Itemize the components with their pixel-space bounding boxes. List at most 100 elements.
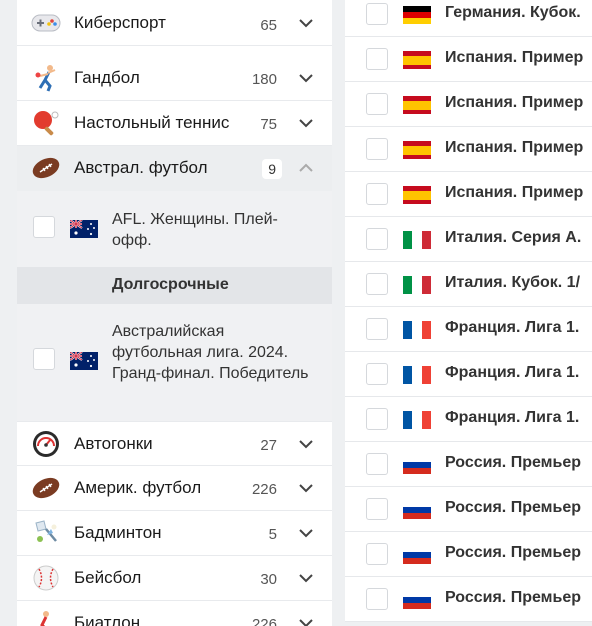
sport-row-esports[interactable]: Киберспорт 65	[17, 0, 332, 46]
league-row[interactable]: Испания. Пример	[345, 127, 592, 172]
sport-row-motorsport[interactable]: Автогонки 27	[17, 421, 332, 466]
chevron-down-icon[interactable]	[298, 480, 314, 496]
sport-name: Настольный теннис	[74, 113, 230, 132]
league-name: Италия. Кубок. 1/	[445, 274, 581, 291]
league-name: Россия. Премьер	[445, 454, 581, 471]
league-row[interactable]: Италия. Кубок. 1/	[345, 262, 592, 307]
league-row[interactable]: Франция. Лига 1.	[345, 352, 592, 397]
league-name: Испания. Пример	[445, 184, 584, 201]
league-checkbox[interactable]	[366, 588, 388, 610]
sport-name: Автогонки	[74, 434, 153, 453]
spain-flag-icon	[403, 51, 431, 69]
league-name: Италия. Серия А.	[445, 229, 582, 246]
gamepad-icon	[31, 8, 61, 38]
russia-flag-icon	[403, 501, 431, 519]
sport-row-table-tennis[interactable]: Настольный теннис 75	[17, 101, 332, 146]
chevron-down-icon[interactable]	[298, 15, 314, 31]
league-row[interactable]: Франция. Лига 1.	[345, 397, 592, 442]
sport-count: 27	[260, 437, 277, 454]
table-tennis-icon	[31, 108, 61, 138]
league-name: Россия. Премьер	[445, 589, 581, 606]
league-name: AFL. Женщины. Плей-офф.	[112, 211, 278, 249]
american-football-icon	[31, 473, 61, 503]
spain-flag-icon	[403, 96, 431, 114]
league-checkbox[interactable]	[366, 408, 388, 430]
sport-name: Америк. футбол	[74, 478, 202, 497]
league-checkbox[interactable]	[366, 318, 388, 340]
sport-name: Киберспорт	[74, 13, 166, 32]
league-checkbox[interactable]	[366, 138, 388, 160]
league-checkbox[interactable]	[366, 48, 388, 70]
league-row[interactable]: Франция. Лига 1.	[345, 307, 592, 352]
sport-name: Бейсбол	[74, 568, 142, 587]
league-row[interactable]: Италия. Серия А.	[345, 217, 592, 262]
league-name: Австралийская футбольная лига. 2024. Гра…	[112, 323, 309, 382]
league-row[interactable]: Испания. Пример	[345, 37, 592, 82]
speedometer-icon	[31, 429, 61, 459]
biathlon-icon	[31, 608, 61, 626]
league-row[interactable]: Россия. Премьер	[345, 487, 592, 532]
australia-flag-icon	[70, 352, 98, 370]
league-checkbox[interactable]	[366, 498, 388, 520]
chevron-up-icon[interactable]	[298, 160, 314, 176]
sport-row-badminton[interactable]: Бадминтон 5	[17, 511, 332, 556]
sport-row-handball[interactable]: Гандбол 180	[17, 56, 332, 101]
sport-count: 75	[260, 116, 277, 133]
league-row[interactable]: Испания. Пример	[345, 172, 592, 217]
long-term-label: Долгосрочные	[112, 276, 229, 293]
sport-row-biathlon[interactable]: Биатлон 226	[17, 601, 332, 626]
spain-flag-icon	[403, 141, 431, 159]
baseball-icon	[31, 563, 61, 593]
league-name: Испания. Пример	[445, 139, 584, 156]
league-checkbox[interactable]	[366, 363, 388, 385]
league-row[interactable]: Россия. Премьер	[345, 442, 592, 487]
spain-flag-icon	[403, 186, 431, 204]
sport-count: 30	[260, 571, 277, 588]
league-checkbox[interactable]	[366, 453, 388, 475]
france-flag-icon	[403, 321, 431, 339]
aussie-football-icon	[31, 153, 61, 183]
league-name: Испания. Пример	[445, 94, 584, 111]
sport-name: Австрал. футбол	[74, 158, 208, 177]
league-name: Россия. Премьер	[445, 544, 581, 561]
italy-flag-icon	[403, 276, 431, 294]
sport-count: 226	[251, 616, 277, 626]
sport-row-american-football[interactable]: Америк. футбол 226	[17, 466, 332, 511]
league-row[interactable]: Испания. Пример	[345, 82, 592, 127]
sport-count: 65	[260, 17, 277, 34]
league-checkbox[interactable]	[33, 348, 55, 370]
russia-flag-icon	[403, 546, 431, 564]
league-checkbox[interactable]	[366, 3, 388, 25]
league-item[interactable]: AFL. Женщины. Плей-офф.	[17, 191, 332, 267]
germany-flag-icon	[403, 6, 431, 24]
sport-count: 226	[251, 481, 277, 498]
russia-flag-icon	[403, 591, 431, 609]
league-checkbox[interactable]	[33, 216, 55, 238]
league-name: Россия. Премьер	[445, 499, 581, 516]
league-checkbox[interactable]	[366, 228, 388, 250]
league-item[interactable]: Австралийская футбольная лига. 2024. Гра…	[17, 304, 332, 421]
league-name: Франция. Лига 1.	[445, 319, 580, 336]
chevron-down-icon[interactable]	[298, 570, 314, 586]
league-checkbox[interactable]	[366, 93, 388, 115]
league-checkbox[interactable]	[366, 543, 388, 565]
league-checkbox[interactable]	[366, 183, 388, 205]
league-checkbox[interactable]	[366, 273, 388, 295]
sport-count-badge: 9	[262, 159, 282, 179]
sport-row-aussie-football[interactable]: Австрал. футбол 9	[17, 146, 332, 191]
chevron-down-icon[interactable]	[298, 70, 314, 86]
chevron-down-icon[interactable]	[298, 525, 314, 541]
leagues-list: Германия. Кубок. Испания. Пример Испания. …	[345, 0, 592, 626]
chevron-down-icon[interactable]	[298, 115, 314, 131]
league-row[interactable]: Германия. Кубок.	[345, 0, 592, 37]
handball-icon	[31, 63, 61, 93]
badminton-icon	[31, 518, 61, 548]
chevron-down-icon[interactable]	[298, 436, 314, 452]
sport-row-baseball[interactable]: Бейсбол 30	[17, 556, 332, 601]
league-row[interactable]: Россия. Премьер	[345, 532, 592, 577]
league-name: Германия. Кубок.	[445, 4, 581, 21]
league-row[interactable]: Россия. Премьер	[345, 577, 592, 622]
france-flag-icon	[403, 411, 431, 429]
league-name: Франция. Лига 1.	[445, 364, 580, 381]
chevron-down-icon[interactable]	[298, 615, 314, 626]
